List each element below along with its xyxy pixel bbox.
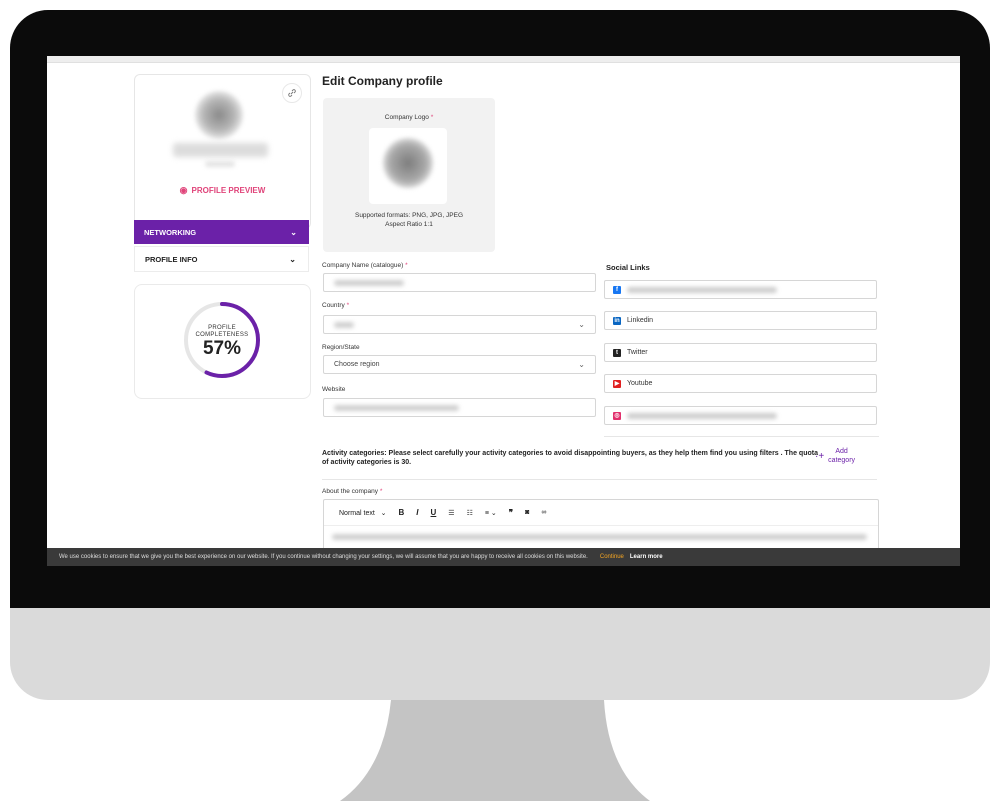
social-link-instagram[interactable]: ◎ (604, 406, 877, 425)
completeness-card: PROFILE COMPLETENESS 57% (134, 284, 311, 399)
completeness-value: 57% (202, 338, 242, 359)
company-name-input[interactable] (323, 273, 596, 292)
link-icon[interactable]: ∞ (541, 509, 546, 516)
logo-image (383, 138, 433, 188)
camera-icon[interactable]: ◙ (525, 509, 529, 516)
nav-item-profile-info[interactable]: PROFILE INFO ⌄ (134, 246, 309, 272)
instagram-icon: ◎ (613, 411, 621, 420)
social-link-value-blurred (627, 412, 777, 419)
country-label: Country * (322, 302, 350, 309)
social-link-twitter[interactable]: t Twitter (604, 343, 877, 362)
social-link-label: Youtube (627, 380, 653, 387)
country-value-blurred (334, 321, 354, 328)
monitor-stand (340, 700, 650, 801)
activity-categories-info: Activity categories: Please select caref… (322, 450, 818, 466)
country-select[interactable]: ⌄ (323, 315, 596, 334)
chevron-down-icon: ⌄ (290, 227, 297, 237)
editor-toolbar: Normal text ⌄ B I U ☰ ☷ ≡ ⌄ ❞ ◙ ∞ (324, 500, 878, 526)
link-icon[interactable] (282, 83, 302, 103)
screen: ◉ PROFILE PREVIEW NETWORKING ⌄ PROFILE I… (47, 56, 960, 566)
region-placeholder: Choose region (334, 361, 380, 368)
company-subtitle-blurred (205, 161, 235, 167)
twitter-icon: t (613, 348, 621, 357)
profile-preview-label: PROFILE PREVIEW (191, 186, 266, 195)
logo-format-hint: Supported formats: PNG, JPG, JPEG Aspect… (323, 211, 495, 229)
numbered-list-icon[interactable]: ☷ (467, 509, 473, 517)
nav-item-label: PROFILE INFO (145, 254, 198, 264)
top-bar (47, 56, 960, 63)
add-category-label-2: category (828, 457, 856, 464)
add-category-button[interactable]: ·+ Add category (815, 447, 855, 465)
bold-button[interactable]: B (399, 508, 405, 517)
profile-card: ◉ PROFILE PREVIEW (134, 74, 311, 229)
about-text-blurred (332, 534, 867, 540)
italic-button[interactable]: I (416, 508, 418, 517)
company-avatar (195, 91, 243, 139)
monitor-chin (10, 608, 990, 700)
social-link-youtube[interactable]: ▶ Youtube (604, 374, 877, 393)
nav-item-label: NETWORKING (144, 227, 197, 237)
bullet-list-icon[interactable]: ☰ (448, 509, 454, 517)
social-link-facebook[interactable]: f (604, 280, 877, 299)
logo-thumbnail[interactable] (369, 128, 447, 204)
chevron-down-icon: ⌄ (578, 360, 585, 369)
cookie-learn-more-link[interactable]: Learn more (630, 554, 663, 560)
facebook-icon: f (613, 285, 621, 294)
website-value-blurred (334, 404, 459, 411)
social-links-title: Social Links (606, 263, 650, 272)
company-name-blurred (173, 143, 268, 157)
quote-icon[interactable]: ❞ (509, 508, 513, 517)
social-link-label: Linkedin (627, 317, 654, 324)
website-input[interactable] (323, 398, 596, 417)
linkedin-icon: in (613, 316, 621, 325)
youtube-icon: ▶ (613, 379, 621, 388)
company-name-label: Company Name (catalogue) * (322, 262, 408, 269)
social-link-label: Twitter (627, 349, 648, 356)
cookie-text: We use cookies to ensure that we give yo… (59, 554, 588, 560)
chevron-down-icon: ⌄ (289, 254, 296, 264)
logo-formats: Supported formats: PNG, JPG, JPEG (354, 212, 463, 219)
underline-button[interactable]: U (431, 508, 437, 517)
plus-icon: ·+ (815, 450, 825, 462)
social-link-value-blurred (627, 286, 777, 293)
logo-ratio: Aspect Ratio 1:1 (385, 221, 433, 228)
social-link-linkedin[interactable]: in Linkedin (604, 311, 877, 330)
about-company-label: About the company * (322, 488, 383, 495)
region-label: Region/State (322, 344, 360, 351)
company-logo-label: Company Logo * (384, 114, 434, 121)
cookie-continue-link[interactable]: Continue (600, 554, 624, 560)
cookie-banner: We use cookies to ensure that we give yo… (47, 548, 960, 566)
company-logo-uploader[interactable]: Company Logo * Supported formats: PNG, J… (323, 98, 495, 252)
text-style-select[interactable]: Normal text ⌄ (339, 509, 387, 517)
divider (604, 436, 879, 437)
align-icon[interactable]: ≡ ⌄ (485, 509, 497, 517)
page-title: Edit Company profile (322, 74, 443, 88)
eye-icon: ◉ (179, 185, 188, 195)
chevron-down-icon: ⌄ (578, 320, 585, 329)
profile-preview-link[interactable]: ◉ PROFILE PREVIEW (135, 185, 310, 196)
company-name-value-blurred (334, 279, 404, 286)
divider (322, 479, 877, 480)
region-select[interactable]: Choose region ⌄ (323, 355, 596, 374)
website-label: Website (322, 386, 346, 393)
nav-item-networking[interactable]: NETWORKING ⌄ (134, 220, 309, 244)
completeness-label: PROFILE COMPLETENESS (181, 325, 263, 338)
add-category-label-1: Add (835, 448, 848, 455)
